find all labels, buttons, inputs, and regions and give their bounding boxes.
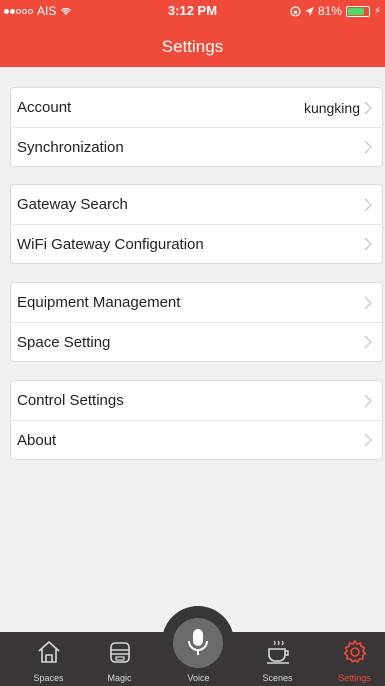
tab-label: Settings xyxy=(338,673,371,683)
tab-spaces[interactable]: Spaces xyxy=(10,632,87,686)
gateway-search-row[interactable]: Gateway Search xyxy=(11,185,382,224)
header: AIS 3:12 PM 81% ⚡ Settings xyxy=(0,0,385,67)
settings-group-control: Control Settings About xyxy=(10,380,383,460)
row-label: WiFi Gateway Configuration xyxy=(17,235,204,253)
account-row[interactable]: Account kungking xyxy=(11,88,382,127)
tab-label: Magic xyxy=(107,673,132,683)
microphone-icon xyxy=(188,629,208,655)
settings-group-account: Account kungking Synchronization xyxy=(10,87,383,167)
home-icon xyxy=(37,641,60,663)
tab-label: Voice xyxy=(187,673,210,683)
row-label: Control Settings xyxy=(17,392,124,409)
tab-scenes[interactable]: Scenes xyxy=(239,632,316,686)
chevron-right-icon xyxy=(364,296,372,309)
wifi-gateway-configuration-row[interactable]: WiFi Gateway Configuration xyxy=(11,224,382,263)
equipment-management-row[interactable]: Equipment Management xyxy=(11,283,382,322)
rotation-lock-icon xyxy=(290,5,301,17)
chevron-right-icon xyxy=(364,394,372,407)
chevron-right-icon xyxy=(364,433,372,447)
row-label: About xyxy=(17,431,57,449)
coffee-cup-icon xyxy=(266,640,289,664)
row-label: Equipment Management xyxy=(17,294,181,311)
row-label: Space Setting xyxy=(17,333,111,351)
settings-group-gateway: Gateway Search WiFi Gateway Configuratio… xyxy=(10,184,383,264)
tab-label: Spaces xyxy=(33,673,64,683)
row-label: Synchronization xyxy=(17,138,124,156)
location-arrow-icon xyxy=(304,6,314,16)
status-bar: AIS 3:12 PM 81% ⚡ xyxy=(0,0,385,22)
settings-group-equipment: Equipment Management Space Setting xyxy=(10,282,383,362)
row-label: Account xyxy=(17,99,72,116)
tab-label: Scenes xyxy=(262,673,293,683)
gear-icon xyxy=(343,640,366,663)
status-right: 81% ⚡ xyxy=(286,4,381,18)
tab-settings[interactable]: Settings xyxy=(316,632,385,686)
charging-bolt-icon: ⚡ xyxy=(373,5,381,17)
voice-button[interactable] xyxy=(173,618,223,668)
tab-magic[interactable]: Magic xyxy=(81,632,158,686)
page-title: Settings xyxy=(161,37,224,56)
battery-percent: 81% xyxy=(317,4,342,18)
battery-icon xyxy=(345,5,370,17)
chevron-right-icon xyxy=(364,335,372,349)
magic-box-icon xyxy=(109,642,130,663)
row-label: Gateway Search xyxy=(17,196,128,213)
chevron-right-icon xyxy=(364,101,372,114)
account-username: kungking xyxy=(303,99,360,116)
chevron-right-icon xyxy=(364,237,372,251)
about-row[interactable]: About xyxy=(11,420,382,459)
chevron-right-icon xyxy=(364,140,372,154)
chevron-right-icon xyxy=(364,198,372,211)
space-setting-row[interactable]: Space Setting xyxy=(11,322,382,361)
synchronization-row[interactable]: Synchronization xyxy=(11,127,382,166)
control-settings-row[interactable]: Control Settings xyxy=(11,381,382,420)
